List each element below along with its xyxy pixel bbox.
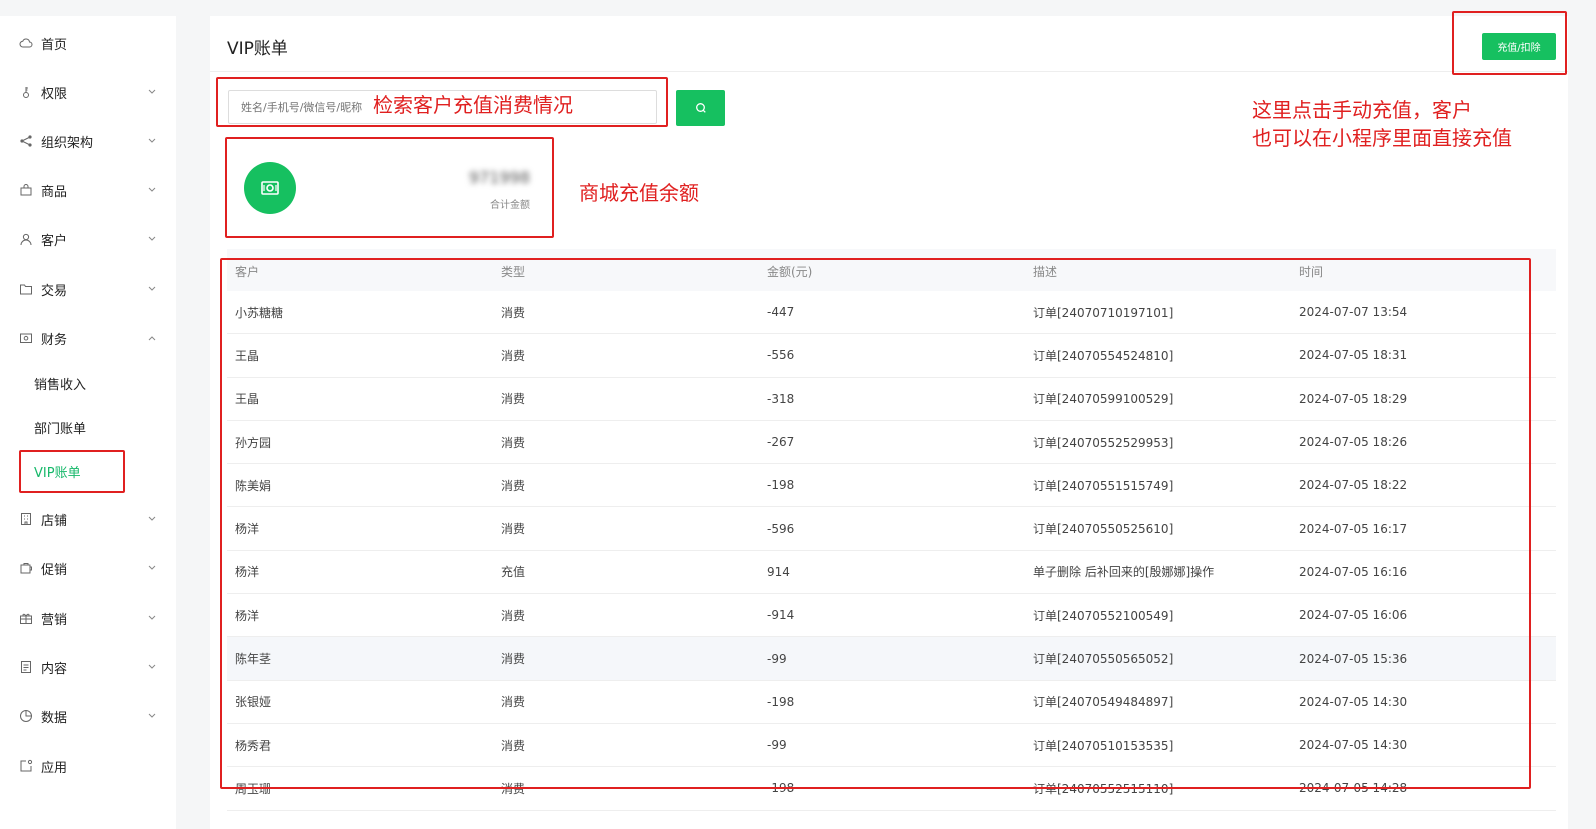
building-icon (19, 512, 33, 526)
nav-item-permission[interactable]: 权限 (0, 77, 176, 107)
nav-item-trade[interactable]: 交易 (0, 274, 176, 304)
chevron-down-icon (147, 185, 157, 195)
nav-item-marketing[interactable]: 营销 (0, 603, 176, 633)
nav-label: 内容 (41, 661, 68, 677)
nav-label: 应用 (41, 760, 68, 776)
pie-chart-icon (19, 709, 33, 723)
annotation-search-note: 检索客户充值消费情况 (373, 93, 573, 117)
nav-item-data[interactable]: 数据 (0, 701, 176, 731)
chevron-up-icon (147, 333, 157, 343)
nav-label: 数据 (41, 710, 68, 726)
chevron-down-icon (147, 87, 157, 97)
chevron-down-icon (147, 711, 157, 721)
nav-label: 权限 (41, 86, 68, 102)
nav-item-finance[interactable]: 财务 (0, 323, 176, 353)
subnav-department-bill[interactable]: 部门账单 (34, 418, 86, 437)
chevron-down-icon (147, 563, 157, 573)
wallet-icon (19, 331, 33, 345)
nav-item-promotion[interactable]: 促销 (0, 553, 176, 583)
chevron-down-icon (147, 234, 157, 244)
nav-item-organization[interactable]: 组织架构 (0, 126, 176, 156)
search-button[interactable] (676, 90, 725, 126)
nav-label: 首页 (41, 37, 68, 53)
promo-icon (19, 561, 33, 575)
nav-item-apps[interactable]: 应用 (0, 751, 176, 781)
document-icon (19, 660, 33, 674)
gift-icon (19, 611, 33, 625)
nav-item-product[interactable]: 商品 (0, 175, 176, 205)
app-icon (19, 759, 33, 773)
chevron-down-icon (147, 284, 157, 294)
nav-label: 交易 (41, 283, 68, 299)
nav-label: 店铺 (41, 513, 68, 529)
nav-label: 财务 (41, 332, 68, 348)
share-icon (19, 134, 33, 148)
annotation-recharge-note-line2: 也可以在小程序里面直接充值 (1252, 126, 1512, 150)
nav-item-store[interactable]: 店铺 (0, 504, 176, 534)
annotation-recharge-note-line1: 这里点击手动充值，客户 (1252, 98, 1472, 122)
nav-label: 组织架构 (41, 135, 94, 151)
search-icon (695, 99, 707, 118)
chevron-down-icon (147, 136, 157, 146)
folder-icon (19, 282, 33, 296)
nav-label: 商品 (41, 184, 68, 200)
nav-item-home[interactable]: 首页 (0, 28, 176, 58)
bag-icon (19, 183, 33, 197)
cloud-icon (19, 36, 33, 50)
subnav-sales-income[interactable]: 销售收入 (34, 374, 86, 393)
sidebar: 首页 权限 组织架构 商品 客户 交易 财务 销售收入 部门账单 VIP账单 店… (0, 16, 176, 829)
annotation-box-recharge (1452, 11, 1567, 75)
nav-label: 促销 (41, 562, 68, 578)
chevron-down-icon (147, 514, 157, 524)
annotation-box-balance (225, 137, 554, 238)
annotation-balance-note: 商城充值余额 (579, 181, 699, 205)
nav-item-content[interactable]: 内容 (0, 652, 176, 682)
nav-label: 客户 (41, 233, 68, 249)
nav-label: 营销 (41, 612, 68, 628)
divider (210, 71, 1568, 72)
chevron-down-icon (147, 613, 157, 623)
page-title: VIP账单 (227, 39, 288, 59)
annotation-box-table (220, 258, 1531, 789)
nav-item-customer[interactable]: 客户 (0, 224, 176, 254)
key-icon (19, 85, 33, 99)
chevron-down-icon (147, 662, 157, 672)
annotation-box-vip-bill (19, 450, 125, 493)
user-icon (19, 232, 33, 246)
